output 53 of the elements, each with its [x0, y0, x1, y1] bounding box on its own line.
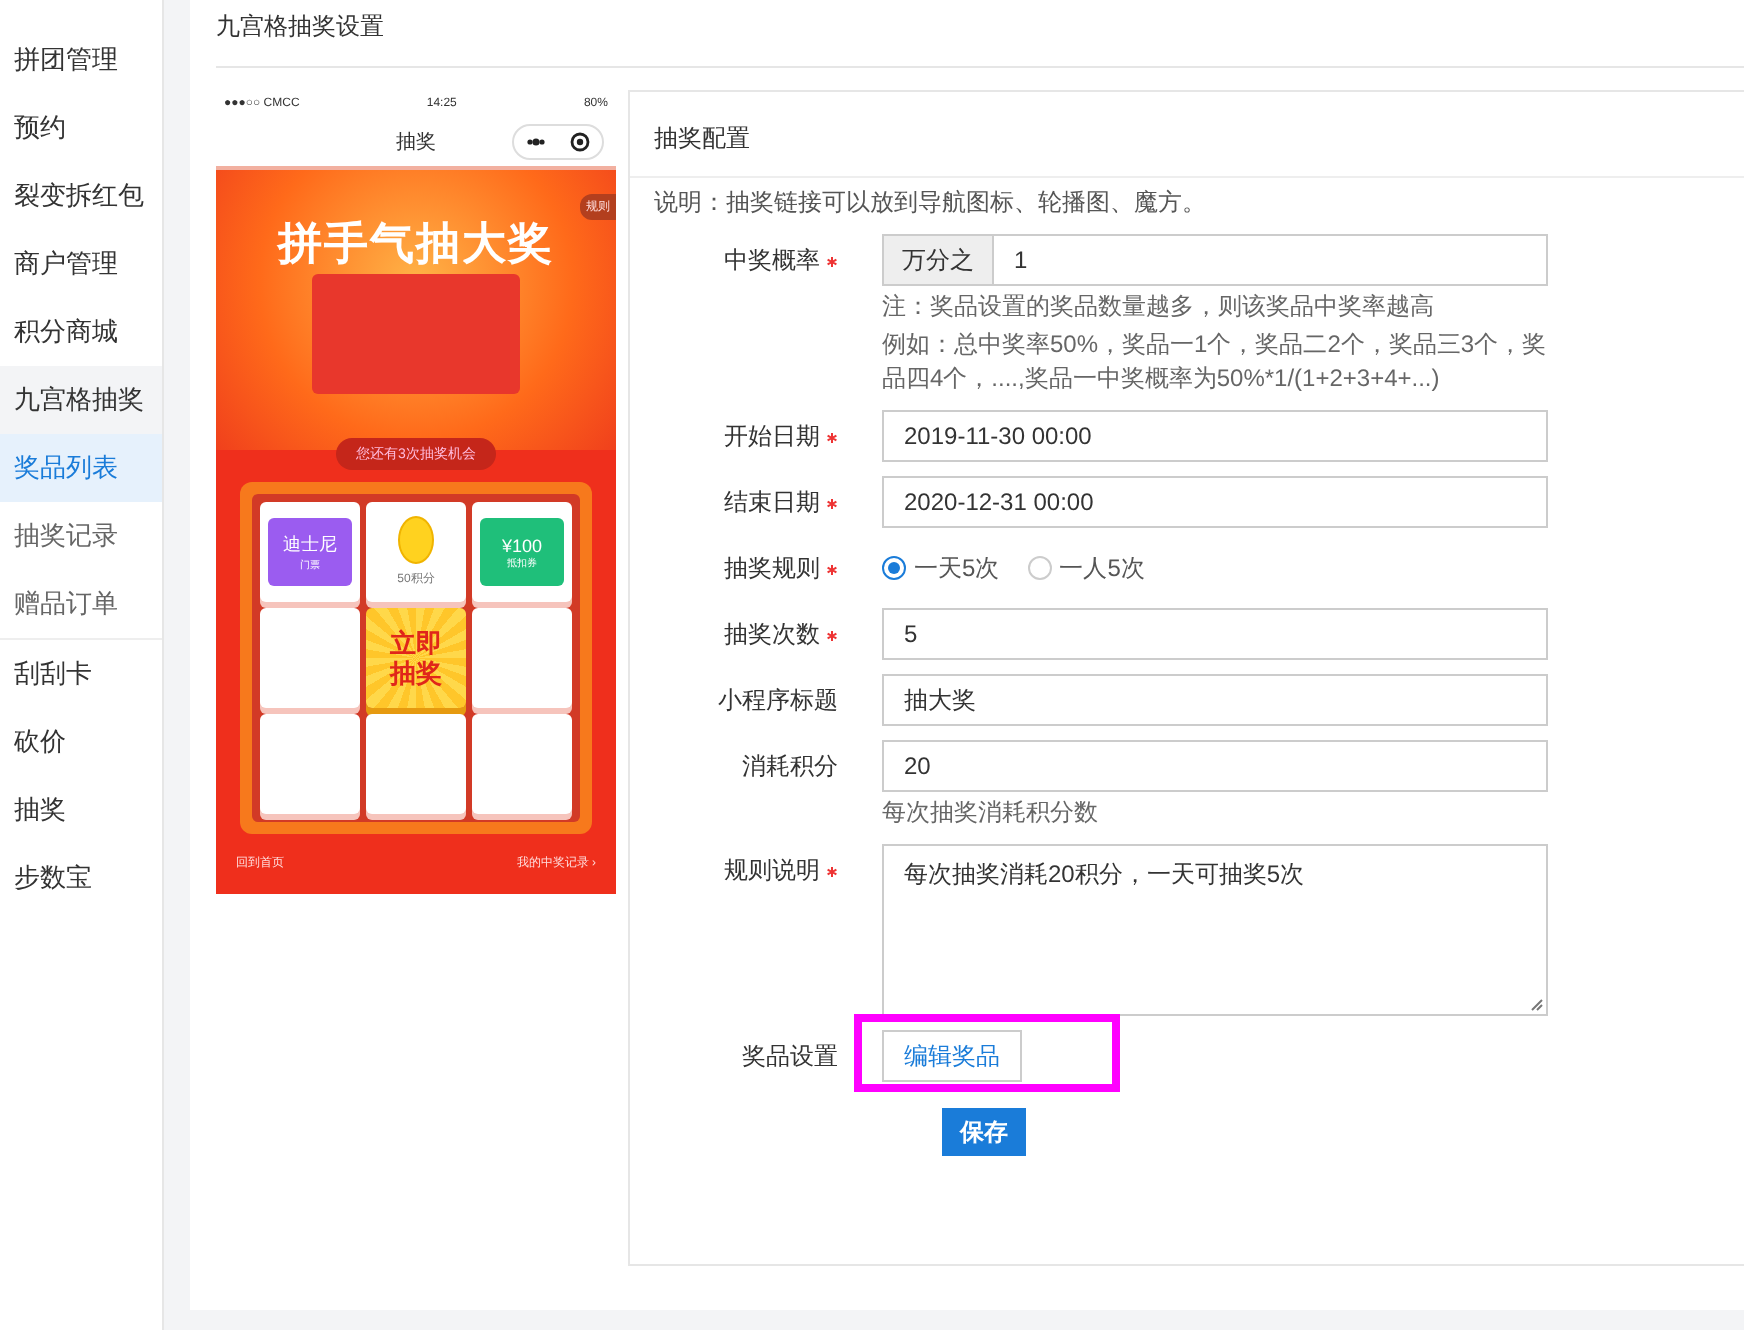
- capsule-menu[interactable]: [512, 124, 604, 160]
- field-label: 结束日期: [630, 476, 882, 528]
- field-label: 中奖概率: [630, 234, 882, 396]
- more-icon[interactable]: [526, 138, 546, 146]
- input-field[interactable]: 20: [882, 740, 1548, 792]
- radio-option[interactable]: 一人5次: [1027, 551, 1145, 585]
- sidebar-item[interactable]: 商户管理: [0, 230, 162, 298]
- coin-icon: [398, 516, 434, 564]
- edit-prizes-button[interactable]: 编辑奖品: [882, 1030, 1022, 1082]
- prize-cell: [366, 714, 466, 814]
- banner-title: 拼手气抽大奖: [278, 216, 554, 270]
- help-text: 例如：总中奖率50%，奖品一1个，奖品二2个，奖品三3个，奖品四4个，....,奖品一中奖概率为50%*1/(1+2+3+4+...): [882, 328, 1548, 396]
- sidebar-subitem[interactable]: 奖品列表: [0, 434, 162, 502]
- page-title: 抽奖: [396, 129, 436, 156]
- probability-field[interactable]: 万分之 1: [882, 234, 1548, 286]
- sidebar-item[interactable]: 砍价: [0, 708, 162, 776]
- prize-cell: [472, 714, 572, 814]
- input-field[interactable]: 5: [882, 608, 1548, 660]
- required-icon: [826, 866, 838, 878]
- field-label: 小程序标题: [716, 684, 840, 718]
- sidebar-item[interactable]: 预约: [0, 94, 162, 162]
- field-label: 抽奖规则: [630, 542, 882, 594]
- input-field[interactable]: 2020-12-31 00:00: [882, 476, 1548, 528]
- field-label: 规则说明: [630, 844, 882, 1016]
- note-text: 说明：抽奖链接可以放到导航图标、轮播图、魔方。: [652, 186, 1208, 220]
- field-label: 奖品设置: [740, 1040, 840, 1074]
- help-text: 注：奖品设置的奖品数量越多，则该奖品中奖率越高: [882, 290, 1436, 324]
- required-icon: [826, 498, 838, 510]
- sidebar-item[interactable]: 九宫格抽奖: [0, 366, 162, 434]
- field-label: 抽奖次数: [630, 608, 882, 660]
- sidebar-item[interactable]: 积分商城: [0, 298, 162, 366]
- radio-option[interactable]: 一天5次: [882, 551, 1000, 585]
- sidebar-item[interactable]: 步数宝: [0, 844, 162, 912]
- input-field[interactable]: 2019-11-30 00:00: [882, 410, 1548, 462]
- textarea-field[interactable]: 每次抽奖消耗20积分，一天可抽奖5次: [882, 844, 1548, 1016]
- input-field[interactable]: 抽大奖: [882, 674, 1548, 726]
- sidebar-item[interactable]: 拼团管理: [0, 26, 162, 94]
- field-label: 开始日期: [630, 410, 882, 462]
- card-title: 抽奖配置: [630, 92, 1744, 178]
- page-heading: 九宫格抽奖设置: [216, 0, 1744, 68]
- sidebar-item[interactable]: 刮刮卡: [0, 640, 162, 708]
- required-icon: [826, 432, 838, 444]
- save-button[interactable]: 保存: [942, 1108, 1026, 1156]
- help-text: 每次抽奖消耗积分数: [882, 796, 1100, 830]
- prize-cell: [260, 714, 360, 814]
- target-icon[interactable]: [570, 132, 590, 152]
- field-label: 消耗积分: [740, 750, 840, 784]
- sidebar-item[interactable]: 抽奖: [0, 776, 162, 844]
- required-icon: [826, 630, 838, 642]
- required-icon: [826, 564, 838, 576]
- resize-handle-icon[interactable]: [1530, 998, 1544, 1012]
- sidebar-item[interactable]: 裂变拆红包: [0, 162, 162, 230]
- required-icon: [826, 256, 838, 268]
